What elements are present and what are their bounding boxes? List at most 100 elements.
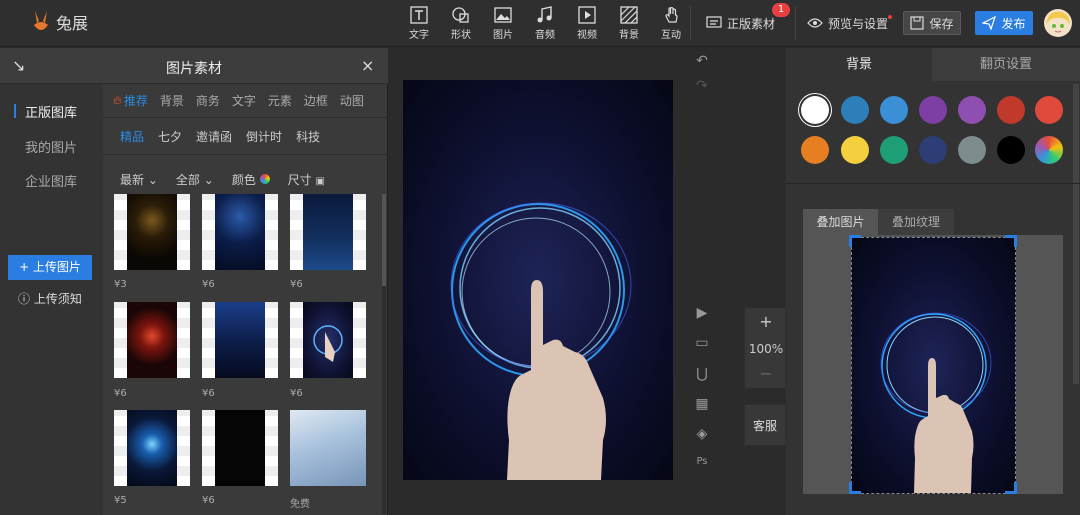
color-swatch[interactable] (801, 136, 829, 164)
subtab-countdown[interactable]: 倒计时 (246, 128, 282, 145)
zoom-out-icon[interactable]: − (745, 364, 787, 383)
custom-color-icon[interactable] (1035, 136, 1063, 164)
filter-size[interactable]: 尺寸 ▣ (288, 171, 325, 188)
licensed-material-button[interactable]: 正版素材 (706, 11, 775, 35)
layers-icon[interactable]: ◈ (692, 426, 712, 444)
subtab-invitation[interactable]: 邀请函 (196, 128, 232, 145)
panel-header: ↘ 图片素材 × (0, 48, 388, 84)
tool-image[interactable]: 图片 (482, 6, 524, 41)
tab-animated[interactable]: 动图 (340, 92, 364, 109)
tab-page-turn-settings[interactable]: 翻页设置 (932, 48, 1080, 81)
library-mine[interactable]: 我的图片 (25, 137, 77, 156)
color-swatch[interactable] (880, 136, 908, 164)
page-frame-icon[interactable]: ▭ (692, 335, 712, 353)
tool-text[interactable]: 文字 (398, 6, 440, 41)
panel-scrollbar[interactable] (1073, 84, 1079, 384)
subtab-qixi[interactable]: 七夕 (158, 128, 182, 145)
material-thumbnail[interactable] (114, 410, 190, 486)
material-thumbnail[interactable] (202, 302, 278, 378)
color-swatch[interactable] (919, 96, 947, 124)
library-nav: 正版图库 我的图片 企业图库 + 上传图片 ⓘ 上传须知 (0, 84, 103, 515)
color-swatch[interactable] (997, 96, 1025, 124)
material-price: ¥6 (290, 279, 303, 290)
filter-color-label: 颜色 (231, 173, 256, 187)
text-icon (410, 6, 428, 24)
color-swatch[interactable] (997, 136, 1025, 164)
material-price: ¥6 (290, 388, 303, 399)
color-swatch[interactable] (919, 136, 947, 164)
category-tabs: 🔥︎ 推荐 背景 商务 文字 元素 边框 动图 (103, 84, 388, 118)
filter-sort[interactable]: 最新 ⌄ (120, 171, 158, 188)
tab-text[interactable]: 文字 (232, 92, 256, 109)
filter-all[interactable]: 全部 ⌄ (176, 171, 214, 188)
crop-corner-icon[interactable] (1005, 482, 1017, 494)
preview-settings-button[interactable]: 预览与设置 (807, 11, 888, 35)
save-button[interactable]: 保存 (903, 11, 961, 35)
color-swatch-white[interactable] (801, 96, 829, 124)
tool-video[interactable]: 视频 (566, 6, 608, 41)
close-icon[interactable]: × (361, 56, 374, 75)
overlay-preview-image[interactable] (851, 237, 1016, 494)
tool-label: 背景 (619, 30, 639, 41)
customer-service-button[interactable]: 客服 (744, 404, 786, 446)
canvas-page[interactable] (403, 80, 673, 480)
user-avatar[interactable] (1044, 9, 1072, 37)
color-swatch[interactable] (841, 136, 869, 164)
upload-note-link[interactable]: ⓘ 上传须知 (18, 290, 82, 307)
material-thumbnail[interactable] (202, 410, 278, 486)
video-icon (578, 6, 596, 24)
tab-business[interactable]: 商务 (196, 92, 220, 109)
play-icon[interactable]: ▶ (692, 305, 712, 323)
material-thumbnail[interactable] (202, 194, 278, 270)
undo-icon[interactable]: ↶ (692, 53, 712, 71)
crop-corner-icon[interactable] (849, 482, 861, 494)
tab-recommended[interactable]: 推荐 (124, 92, 148, 109)
subtab-tech[interactable]: 科技 (296, 128, 320, 145)
material-thumbnail[interactable] (290, 302, 366, 378)
tab-overlay-image[interactable]: 叠加图片 (803, 209, 878, 235)
help-icon: ⓘ (18, 292, 31, 306)
crop-corner-icon[interactable] (1005, 235, 1017, 247)
magnet-icon[interactable]: ⋃ (692, 366, 712, 384)
color-swatch[interactable] (1035, 96, 1063, 124)
redo-icon[interactable]: ↷ (692, 78, 712, 96)
tab-background-settings[interactable]: 背景 (786, 48, 932, 81)
tool-shape[interactable]: 形状 (440, 6, 482, 41)
filter-bar: 最新 ⌄ 全部 ⌄ 颜色 尺寸 ▣ (120, 171, 325, 188)
material-thumbnail[interactable] (290, 194, 366, 270)
color-swatch[interactable] (841, 96, 869, 124)
publish-label: 发布 (1001, 16, 1026, 31)
photoshop-icon[interactable]: Ps (692, 456, 712, 474)
tab-background[interactable]: 背景 (160, 92, 184, 109)
tool-label: 文字 (409, 30, 429, 41)
material-thumbnail[interactable] (114, 302, 190, 378)
tab-elements[interactable]: 元素 (268, 92, 292, 109)
color-swatch[interactable] (958, 136, 986, 164)
material-scrollbar-thumb[interactable] (382, 194, 386, 286)
zoom-in-icon[interactable]: + (745, 312, 787, 331)
crop-corner-icon[interactable] (849, 235, 861, 247)
fire-icon: 🔥︎ (113, 93, 122, 107)
subtab-premium[interactable]: 精品 (120, 128, 144, 145)
panel-divider (786, 183, 1080, 184)
publish-button[interactable]: 发布 (975, 11, 1033, 35)
grid-icon[interactable]: ▦ (692, 396, 712, 414)
filter-size-label: 尺寸 (287, 173, 312, 187)
color-swatch[interactable] (880, 96, 908, 124)
tab-border[interactable]: 边框 (304, 92, 328, 109)
tool-interact[interactable]: 互动 (650, 6, 692, 41)
tab-overlay-texture[interactable]: 叠加纹理 (878, 209, 954, 235)
material-thumbnail[interactable] (290, 410, 366, 486)
size-icon: ▣ (315, 176, 325, 187)
upload-image-button[interactable]: + 上传图片 (8, 255, 92, 280)
material-thumbnail[interactable] (114, 194, 190, 270)
tool-audio[interactable]: 音频 (524, 6, 566, 41)
app-logo[interactable]: 兔展 (30, 9, 88, 35)
chevron-down-icon: ⌄ (147, 173, 158, 187)
library-enterprise[interactable]: 企业图库 (25, 171, 77, 190)
tool-background[interactable]: 背景 (608, 6, 650, 41)
library-licensed[interactable]: 正版图库 (25, 102, 77, 121)
tool-label: 互动 (661, 30, 681, 41)
filter-color[interactable]: 颜色 (232, 171, 270, 188)
color-swatch[interactable] (958, 96, 986, 124)
